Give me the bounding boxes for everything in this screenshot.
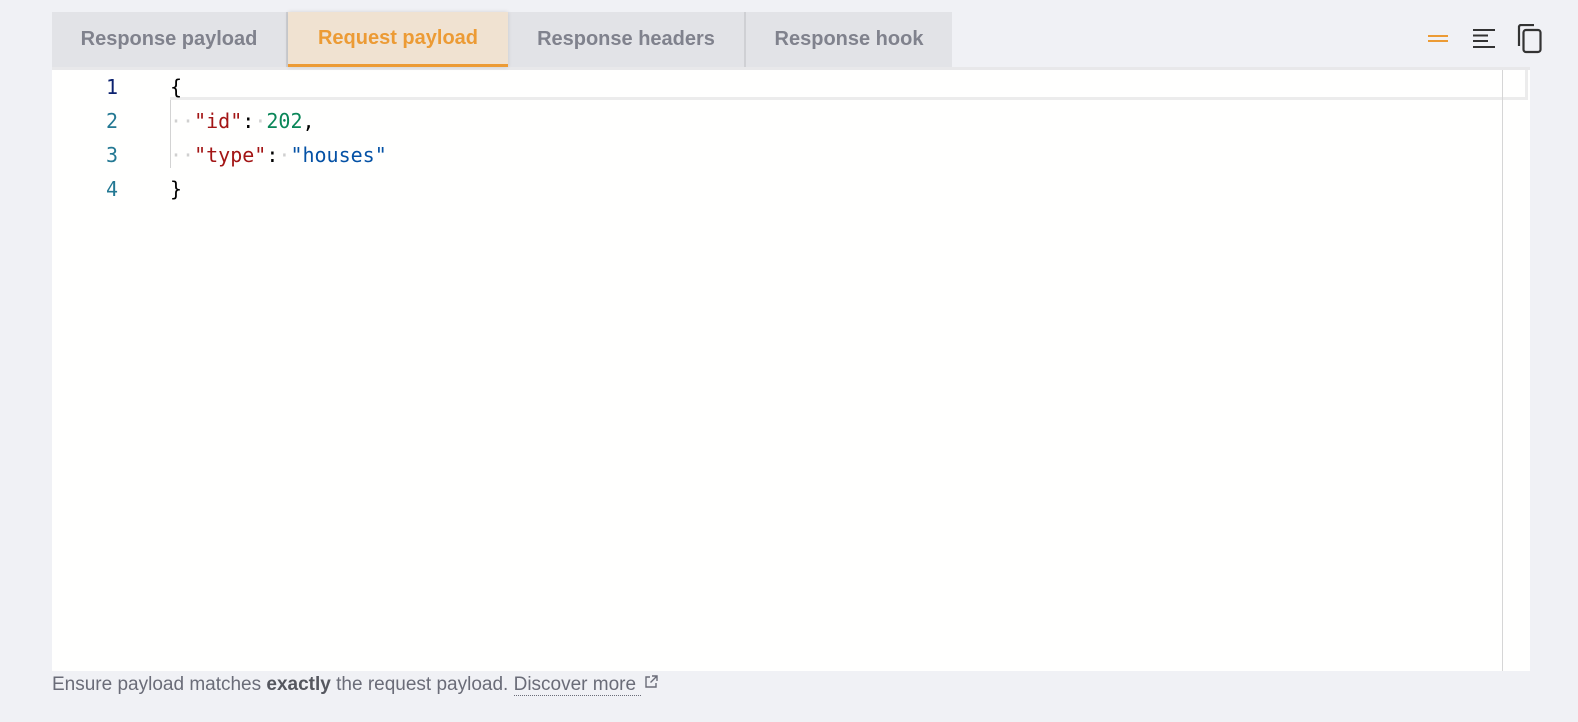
tab-response-hook[interactable]: Response hook — [746, 12, 952, 67]
open-brace: { — [170, 75, 183, 99]
code-line: ··"type":·"houses" — [170, 138, 387, 172]
close-brace: } — [170, 177, 183, 201]
whitespace-marker: · — [254, 109, 267, 133]
code-line: { — [170, 70, 387, 104]
json-key: "id" — [194, 109, 243, 133]
json-number-value: 202 — [266, 109, 303, 133]
line-number: 3 — [105, 143, 118, 167]
code-line: ··"id":·202, — [170, 104, 387, 138]
tab-response-headers[interactable]: Response headers — [508, 12, 746, 67]
whitespace-marker: · — [278, 143, 291, 167]
copy-button[interactable] — [1516, 22, 1544, 56]
discover-more-link[interactable]: Discover more — [513, 674, 642, 696]
help-text-before: Ensure payload matches — [52, 674, 267, 695]
json-string-value: "houses" — [290, 143, 387, 167]
help-text-bold: exactly — [266, 674, 331, 695]
payload-tabs: Response payload Request payload Respons… — [52, 12, 952, 67]
comma: , — [302, 109, 315, 133]
code-editor[interactable]: 1 2 3 4 { ··"id":·202, ··"type":·"houses… — [52, 67, 1530, 671]
line-number-gutter: 1 2 3 4 — [52, 70, 132, 206]
editor-toolbar — [1424, 22, 1544, 56]
colon: : — [242, 109, 255, 133]
line-number: 2 — [105, 109, 118, 133]
json-key: "type" — [194, 143, 267, 167]
wrap-lines-icon — [1428, 35, 1448, 42]
line-number: 4 — [105, 177, 118, 201]
help-text: Ensure payload matches exactly the reque… — [52, 674, 659, 696]
copy-icon — [1517, 24, 1542, 54]
tab-response-payload[interactable]: Response payload — [52, 12, 288, 67]
help-text-after: the request payload. — [330, 674, 514, 695]
line-number: 1 — [105, 75, 118, 99]
format-button[interactable] — [1470, 22, 1498, 56]
whitespace-marker: ·· — [170, 143, 195, 167]
tab-request-payload[interactable]: Request payload — [288, 12, 508, 67]
external-link-icon[interactable] — [643, 674, 659, 696]
vertical-scrollbar[interactable] — [1502, 70, 1503, 671]
colon: : — [266, 143, 279, 167]
format-icon — [1473, 29, 1495, 48]
code-line: } — [170, 172, 387, 206]
wrap-lines-button[interactable] — [1424, 22, 1452, 56]
whitespace-marker: ·· — [170, 109, 195, 133]
code-content[interactable]: { ··"id":·202, ··"type":·"houses" } — [170, 70, 387, 206]
